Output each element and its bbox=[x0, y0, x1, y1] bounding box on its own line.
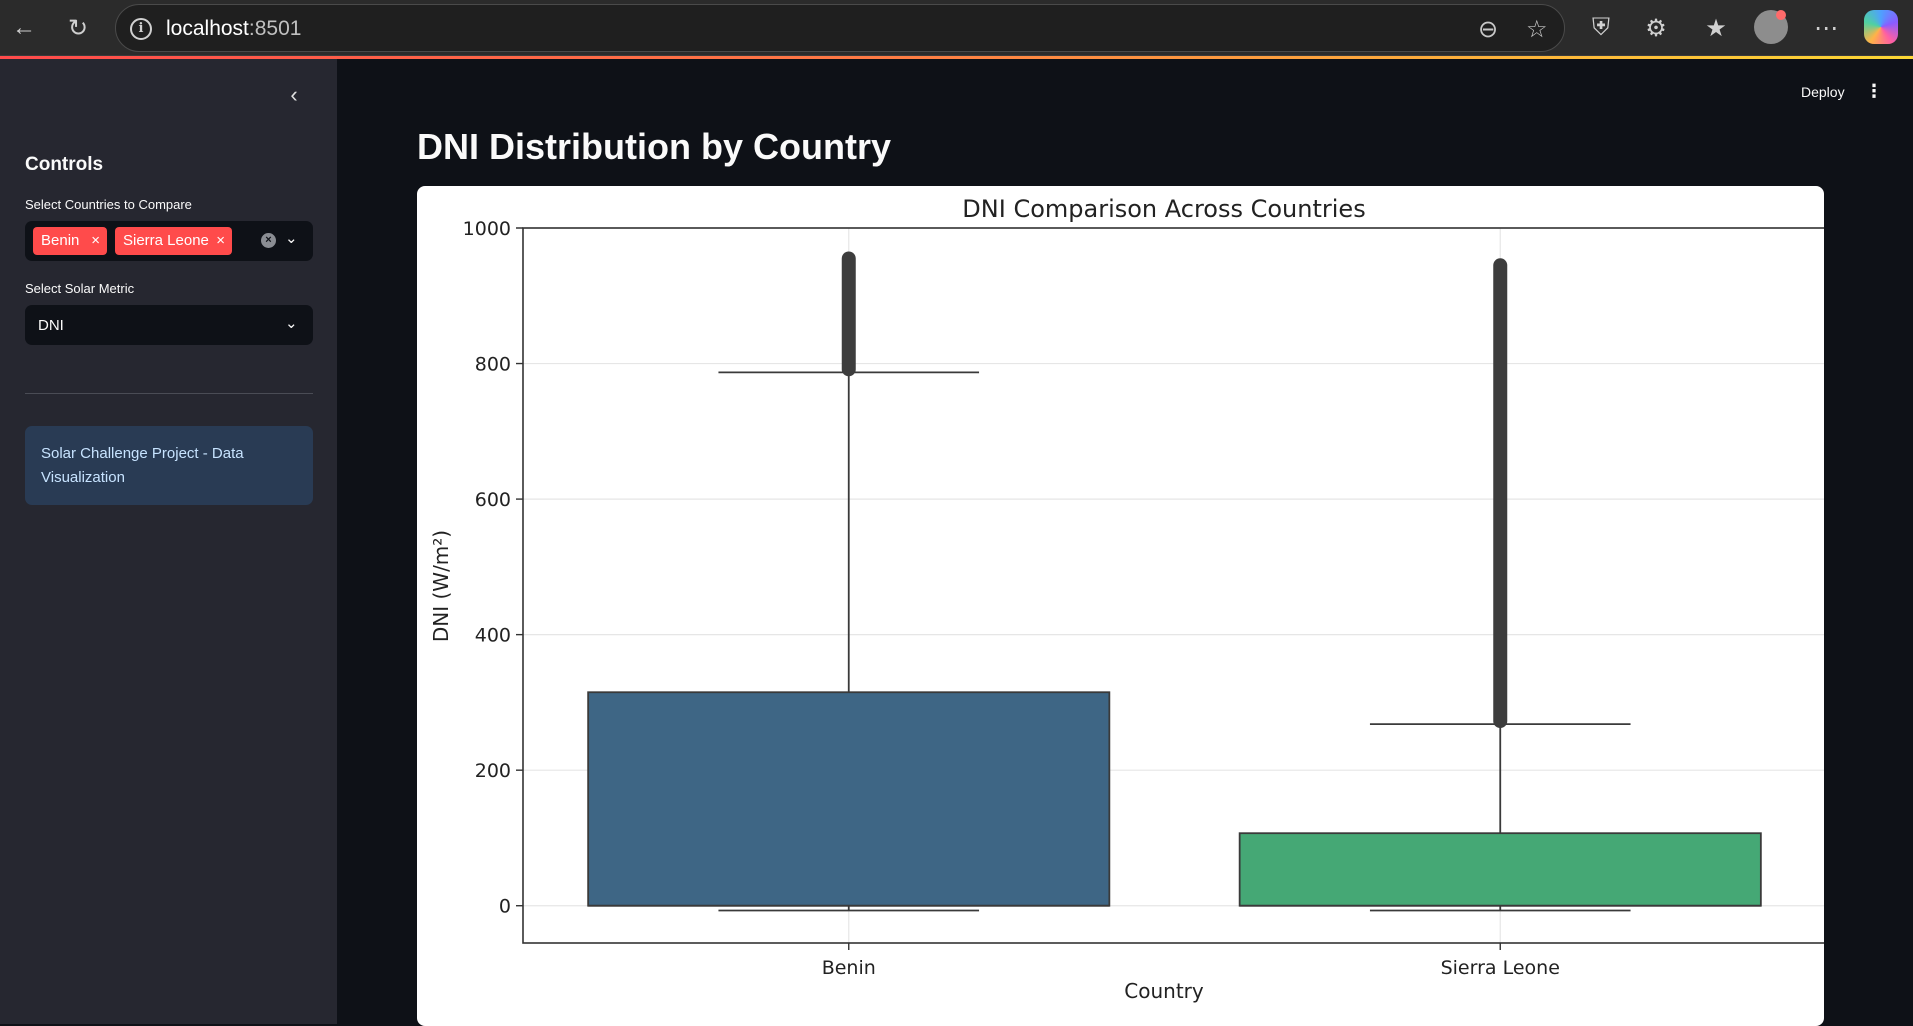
y-tick-label: 200 bbox=[475, 760, 511, 782]
copilot-icon[interactable] bbox=[1864, 10, 1898, 44]
country-tag-sierra-leone[interactable]: Sierra Leone × bbox=[115, 227, 232, 255]
box-group-benin bbox=[587, 251, 1111, 912]
y-tick-label: 600 bbox=[475, 489, 511, 511]
metric-select[interactable]: DNI ⌄ bbox=[25, 305, 313, 345]
clear-all-icon[interactable]: × bbox=[261, 233, 276, 248]
deploy-button[interactable]: Deploy bbox=[1801, 84, 1845, 100]
y-tick-label: 0 bbox=[499, 896, 511, 918]
y-tick-label: 400 bbox=[475, 625, 511, 647]
sidebar-heading: Controls bbox=[25, 154, 104, 175]
main-menu-icon[interactable]: ⋮ bbox=[1865, 81, 1883, 101]
countries-multiselect[interactable]: Benin × Sierra Leone × × ⌄ bbox=[25, 221, 313, 261]
y-axis-label: DNI (W/m²) bbox=[429, 530, 453, 642]
y-tick-label: 1000 bbox=[463, 218, 511, 240]
back-icon[interactable]: ← bbox=[6, 10, 42, 46]
box-iqr bbox=[1238, 832, 1762, 907]
more-options-icon[interactable]: ⋯ bbox=[1808, 10, 1844, 46]
chevron-down-icon[interactable]: ⌄ bbox=[285, 314, 298, 332]
metric-select-value: DNI bbox=[38, 317, 64, 334]
chevron-down-icon[interactable]: ⌄ bbox=[285, 229, 298, 247]
x-axis-label: Country bbox=[1124, 979, 1204, 1003]
x-tick-label: Sierra Leone bbox=[1441, 957, 1560, 979]
countries-label: Select Countries to Compare bbox=[25, 197, 192, 212]
box-iqr bbox=[587, 691, 1111, 907]
site-info-icon[interactable]: i bbox=[130, 18, 152, 40]
extensions-icon[interactable]: ⚙ bbox=[1638, 10, 1674, 46]
box-plot-chart: DNI Comparison Across Countries 0 200 400 6… bbox=[429, 195, 1824, 1003]
shield-icon[interactable]: ⛨ bbox=[1583, 10, 1619, 46]
page-title: DNI Distribution by Country bbox=[417, 126, 891, 167]
address-bar[interactable]: i localhost:8501 ⊖ ☆ bbox=[115, 4, 1565, 52]
x-tick-label: Benin bbox=[822, 957, 876, 979]
country-tag-benin[interactable]: Benin × bbox=[33, 227, 107, 255]
chart-title: DNI Comparison Across Countries bbox=[962, 195, 1365, 223]
favorite-star-icon[interactable]: ☆ bbox=[1526, 15, 1548, 44]
main-content: Deploy ⋮ DNI Distribution by Country DNI… bbox=[337, 59, 1913, 1026]
metric-label: Select Solar Metric bbox=[25, 281, 135, 296]
zoom-out-icon[interactable]: ⊖ bbox=[1478, 15, 1498, 44]
reload-icon[interactable]: ↻ bbox=[60, 10, 96, 46]
info-box: Solar Challenge Project - Data Visualiza… bbox=[25, 426, 313, 505]
chart-card: DNI Comparison Across Countries 0 200 400 6… bbox=[417, 186, 1824, 1026]
collapse-sidebar-icon[interactable]: ‹ bbox=[282, 83, 306, 107]
profile-avatar[interactable] bbox=[1754, 10, 1788, 44]
url-text: localhost:8501 bbox=[166, 17, 302, 40]
favorites-icon[interactable]: ★ bbox=[1698, 10, 1734, 46]
browser-toolbar: ← ↻ i localhost:8501 ⊖ ☆ ⛨ ⚙ ★ ⋯ bbox=[0, 0, 1913, 56]
box-group-sierra-leone bbox=[1238, 258, 1762, 912]
remove-tag-icon[interactable]: × bbox=[216, 227, 225, 255]
sidebar-divider bbox=[25, 393, 313, 394]
remove-tag-icon[interactable]: × bbox=[91, 227, 100, 255]
boxes-layer bbox=[587, 251, 1762, 912]
y-tick-label: 800 bbox=[475, 354, 511, 376]
sidebar: ‹ Controls Select Countries to Compare B… bbox=[0, 59, 337, 1024]
